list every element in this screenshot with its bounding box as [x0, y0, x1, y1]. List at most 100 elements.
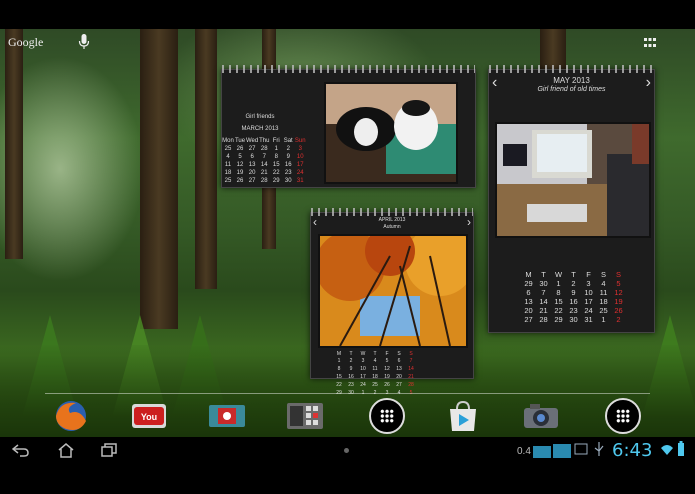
day-cell: 5 [238, 154, 242, 160]
day-cell: 3 [586, 279, 591, 288]
tree-trunk [5, 29, 23, 259]
day-cell: 11 [372, 366, 378, 372]
day-cell: 26 [236, 146, 244, 152]
day-cell: 29 [554, 315, 563, 324]
day-cell: 20 [524, 306, 533, 315]
video-player-icon[interactable] [206, 399, 248, 433]
month-title: MAY 2013 [553, 76, 590, 85]
day-cell: 17 [360, 374, 366, 380]
photo-caption: Girl friend of old times [537, 86, 606, 93]
week-row: 25 26 27 28 29 30 31 [222, 177, 306, 185]
weekday-label: T [541, 270, 546, 279]
day-cell: 30 [569, 315, 578, 324]
day-cell: 25 [599, 306, 608, 315]
day-cell: 13 [396, 366, 402, 372]
photo-caption: Autumn [383, 224, 401, 230]
day-cell: 9 [571, 288, 576, 297]
day-cell: 22 [336, 382, 342, 388]
calendar-grid: M T W T F S S 29 30 1 2 3 4 5 6 7 8 9 10 11 12 13 14 1… [521, 270, 626, 324]
day-cell: 15 [272, 162, 280, 168]
day-cell: 28 [408, 382, 414, 388]
google-search-label[interactable]: Google [8, 35, 43, 50]
weekday-label: Tue [234, 138, 246, 144]
day-cell: 16 [284, 162, 292, 168]
weekday-label: F [586, 270, 591, 279]
week-row: 25 26 27 28 1 2 3 [222, 145, 306, 153]
battery-icon [678, 441, 684, 456]
day-cell: 26 [614, 306, 623, 315]
day-cell: 25 [372, 382, 378, 388]
week-row: 13 14 15 16 17 18 19 [521, 297, 626, 306]
day-cell: 7 [262, 154, 266, 160]
day-cell: 12 [236, 162, 244, 168]
notification-icon[interactable] [574, 440, 588, 458]
microphone-icon[interactable] [78, 34, 90, 50]
camera-icon[interactable] [520, 399, 562, 433]
day-cell: 11 [224, 162, 232, 168]
day-cell: 28 [260, 146, 268, 152]
day-cell: 27 [396, 382, 402, 388]
recent-apps-icon[interactable] [100, 442, 118, 458]
firefox-icon[interactable] [50, 399, 92, 433]
day-cell: 30 [284, 178, 292, 184]
day-cell: 16 [348, 374, 354, 380]
day-cell: 4 [226, 154, 230, 160]
calendar-widget-march[interactable]: Girl friends MARCH 2013 Mon Tue Wed Thu … [221, 65, 476, 188]
day-cell: 18 [224, 170, 232, 176]
signal-graph-icon [533, 444, 571, 458]
day-cell: 13 [248, 162, 256, 168]
calendar-widget-may[interactable]: ‹ › MAY 2013 Girl friend of old times M … [488, 65, 655, 333]
day-cell: 25 [224, 146, 232, 152]
play-store-icon[interactable] [442, 399, 484, 433]
week-row: 27 28 29 30 31 1 2 [521, 315, 626, 324]
day-cell: 6 [526, 288, 531, 297]
tree-trunk [140, 29, 178, 329]
wifi-icon [661, 445, 673, 455]
dock-divider [45, 393, 650, 394]
page-indicator [344, 448, 349, 453]
status-clock[interactable]: 6:43 [612, 440, 652, 461]
week-row: 4 5 6 7 8 9 10 [222, 153, 306, 161]
back-icon[interactable] [12, 442, 30, 458]
day-cell: 28 [539, 315, 548, 324]
apps-grid-icon[interactable] [644, 38, 656, 48]
home-icon[interactable] [57, 442, 75, 458]
apps-launcher-button[interactable] [369, 398, 405, 434]
day-cell: 25 [224, 178, 232, 184]
day-cell: 24 [296, 170, 304, 176]
youtube-icon[interactable]: You [128, 399, 170, 433]
day-cell: 2 [349, 358, 353, 364]
day-cell: 4 [373, 358, 377, 364]
week-row: 11 12 13 14 15 16 17 [222, 161, 306, 169]
day-cell: 19 [236, 170, 244, 176]
day-cell: 26 [236, 178, 244, 184]
svg-text:You: You [141, 412, 157, 422]
day-cell: 18 [372, 374, 378, 380]
day-cell: 8 [556, 288, 561, 297]
day-cell: 9 [286, 154, 290, 160]
weekday-label: Mon [222, 138, 234, 144]
day-cell: 27 [248, 178, 256, 184]
day-cell: 16 [569, 297, 578, 306]
day-cell: 6 [397, 358, 401, 364]
photo-autumn-forest [318, 234, 468, 348]
day-cell: 21 [408, 374, 414, 380]
day-cell: 19 [614, 297, 623, 306]
week-row: 6 7 8 9 10 11 12 [521, 288, 626, 297]
day-cell: 20 [396, 374, 402, 380]
day-cell: 29 [524, 279, 533, 288]
calculator-icon[interactable] [284, 399, 326, 433]
day-cell: 22 [554, 306, 563, 315]
weekday-label: S [600, 270, 606, 279]
day-cell: 1 [274, 146, 278, 152]
weekday-label: T [571, 270, 576, 279]
month-title: APRIL 2013 [378, 217, 406, 223]
day-cell: 24 [360, 382, 366, 388]
day-cell: 5 [385, 358, 389, 364]
day-cell: 31 [584, 315, 593, 324]
week-row: 29 30 1 2 3 4 5 [521, 279, 626, 288]
weekday-label: S [615, 270, 621, 279]
photo-cats [324, 82, 458, 184]
all-apps-button[interactable] [605, 398, 641, 434]
calendar-widget-april[interactable]: ‹ › APRIL 2013 Autumn M T W T F S S 1234… [310, 208, 474, 396]
